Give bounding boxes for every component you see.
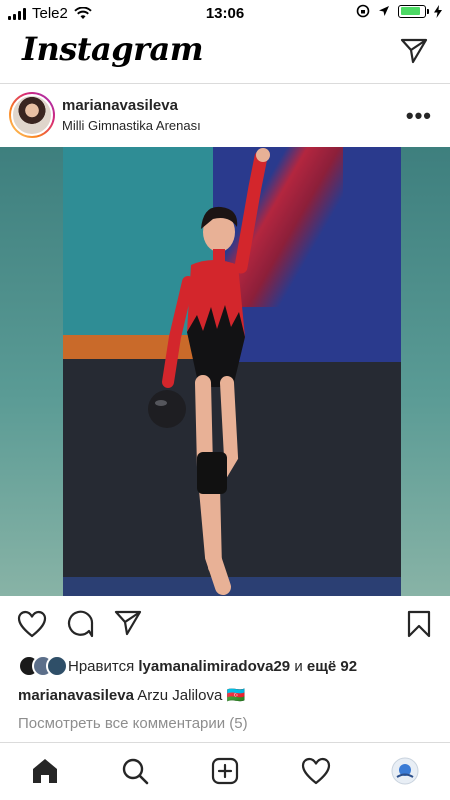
charging-icon (434, 4, 442, 18)
post-actions (0, 600, 450, 650)
likes-line[interactable]: Нравится lyamanalimiradova29 и ещё 92 (18, 655, 357, 677)
likes-others[interactable]: ещё 92 (307, 658, 357, 675)
instagram-logo[interactable]: Instagram (22, 30, 204, 68)
paper-plane-icon[interactable] (400, 38, 428, 64)
post-username[interactable]: marianavasileva (62, 97, 178, 114)
post-caption: marianavasileva Arzu Jalilova 🇦🇿 (18, 686, 245, 704)
status-bar: Tele2 13:06 (0, 0, 450, 26)
likes-user[interactable]: lyamanalimiradova29 (138, 658, 290, 675)
heart-icon[interactable] (17, 610, 47, 638)
activity-heart-icon[interactable] (301, 757, 331, 785)
caption-text: Arzu Jalilova (137, 687, 223, 704)
post-image[interactable] (0, 147, 450, 596)
avatar[interactable] (9, 92, 55, 138)
post-location[interactable]: Milli Gimnastika Arenası (62, 118, 201, 133)
profile-photo (11, 94, 53, 136)
home-icon[interactable] (31, 757, 59, 785)
rotation-lock-icon (356, 4, 370, 18)
view-comments-link[interactable]: Посмотреть все комментарии (5) (18, 715, 248, 732)
battery-icon (398, 4, 429, 18)
profile-avatar[interactable] (391, 757, 419, 785)
more-horizontal-icon[interactable]: ••• (406, 103, 432, 129)
tab-bar (0, 742, 450, 800)
bookmark-icon[interactable] (407, 610, 431, 638)
caption-username[interactable]: marianavasileva (18, 687, 134, 704)
liker-avatars (18, 655, 68, 677)
location-arrow-icon (379, 6, 389, 16)
post-header: marianavasileva Milli Gimnastika Arenası… (0, 85, 450, 147)
likes-prefix: Нравится (68, 657, 135, 675)
comment-icon[interactable] (66, 610, 94, 638)
likes-conjunction: и (294, 657, 303, 675)
caption-flag: 🇦🇿 (226, 687, 246, 704)
app-header: Instagram (0, 26, 450, 84)
paper-plane-icon[interactable] (114, 610, 142, 636)
gymnast-photo (63, 147, 401, 596)
gymnast-figure (148, 148, 270, 595)
search-icon[interactable] (121, 757, 149, 785)
add-post-icon[interactable] (211, 757, 239, 785)
